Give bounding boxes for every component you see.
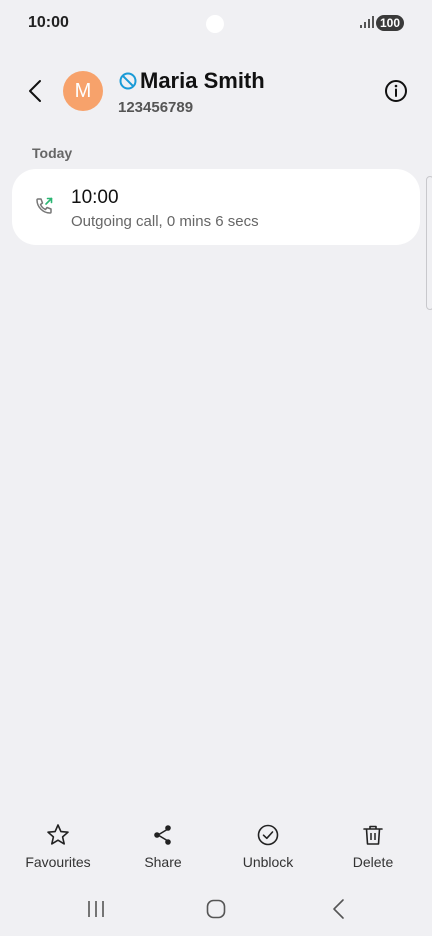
recents-icon[interactable] [84,897,108,921]
favourites-button[interactable]: Favourites [8,822,108,870]
status-bar: 10:00 100 [0,0,432,46]
outgoing-call-icon [36,197,53,214]
favourites-label: Favourites [25,854,91,870]
delete-label: Delete [352,854,394,870]
action-bar: Favourites Share Unblock Delete [0,822,432,878]
home-icon[interactable] [204,897,228,921]
share-icon [154,825,171,845]
call-log-item[interactable]: 10:00 Outgoing call, 0 mins 6 secs [12,169,420,245]
contact-name: Maria Smith [140,68,265,93]
contact-number: 123456789 [118,99,194,116]
system-nav-bar [0,892,432,926]
avatar[interactable]: M [63,71,103,111]
contact-header: M Maria Smith 123456789 [0,58,432,128]
trash-icon [363,825,383,845]
call-time: 10:00 [71,187,119,208]
camera-cutout [206,15,224,33]
scrollbar[interactable] [426,176,432,310]
battery-indicator: 100 [376,15,404,31]
check-circle-icon [257,824,279,846]
delete-button[interactable]: Delete [323,822,423,870]
status-time: 10:00 [28,14,69,31]
unblock-label: Unblock [242,854,294,870]
back-button[interactable] [22,76,48,106]
chevron-left-icon [29,80,41,102]
share-button[interactable]: Share [113,822,213,870]
star-icon [47,824,69,845]
share-label: Share [144,854,182,870]
call-detail: Outgoing call, 0 mins 6 secs [71,213,259,230]
contact-name-row: Maria Smith [118,68,265,94]
signal-icon [360,16,374,28]
blocked-icon [119,72,137,90]
back-icon[interactable] [326,897,350,921]
section-label-today: Today [32,145,73,161]
unblock-button[interactable]: Unblock [218,822,318,870]
info-icon[interactable] [384,79,408,103]
